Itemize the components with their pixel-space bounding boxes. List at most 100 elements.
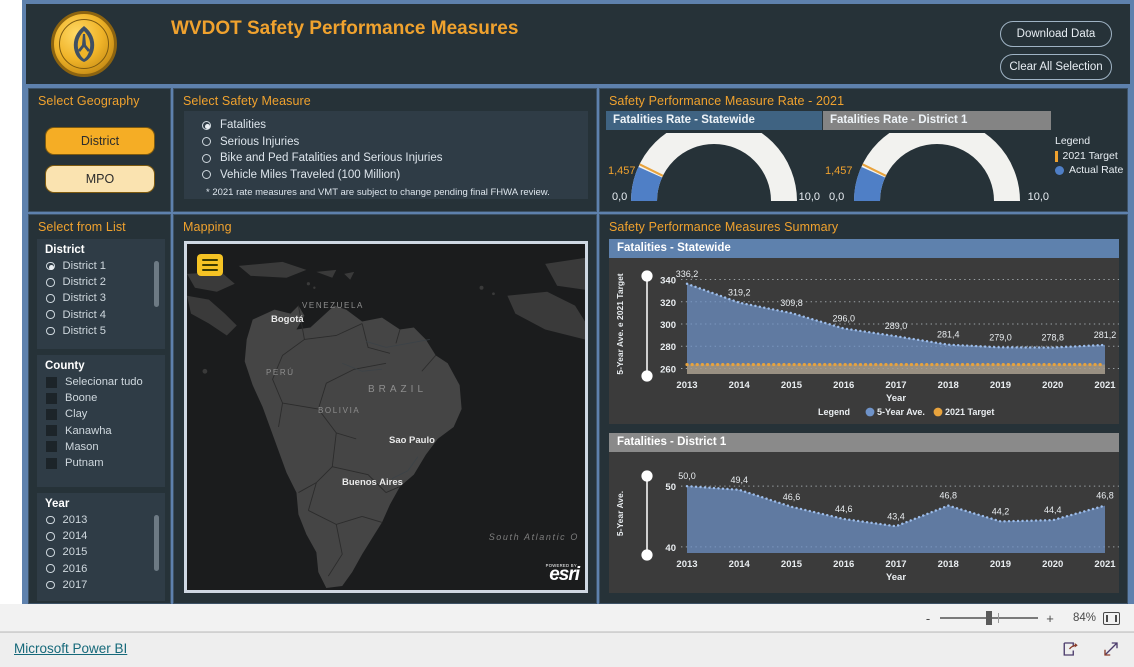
list-item-2015[interactable]: 2015 <box>37 544 165 560</box>
list-item-label: 2015 <box>62 546 88 559</box>
microsoft-power-bi-link[interactable]: Microsoft Power BI <box>14 641 127 656</box>
list-item-putnam[interactable]: Putnam <box>37 455 165 471</box>
geography-district-button[interactable]: District <box>45 127 155 155</box>
chart1-plot: 260 280 300 320 340336,2 319,2 309,8 296,0 289,0… <box>615 269 1119 417</box>
footer-bar: Microsoft Power BI <box>0 632 1134 667</box>
svg-text:278,8: 278,8 <box>1041 333 1064 343</box>
footer-icon-group <box>1062 640 1120 658</box>
map-label-venezuela: VENEZUELA <box>302 301 364 310</box>
list-item-clay[interactable]: Clay <box>37 406 165 422</box>
fit-to-page-icon[interactable] <box>1103 611 1120 625</box>
list-item-district-5[interactable]: District 5 <box>37 323 165 339</box>
option-label: Vehicle Miles Traveled (100 Million) <box>220 168 401 181</box>
year-list: Year 2013 2014 2015 2016 2017 <box>37 493 165 601</box>
fullscreen-icon[interactable] <box>1102 640 1120 658</box>
radio-icon <box>46 310 55 319</box>
zoom-out-button[interactable]: - <box>923 611 933 626</box>
safety-measure-option-serious-injuries[interactable]: Serious Injuries <box>184 134 588 151</box>
radio-icon <box>202 170 211 180</box>
gauge-legend: Legend 2021 Target Actual Rate <box>1055 135 1127 176</box>
list-item-district-2[interactable]: District 2 <box>37 274 165 290</box>
summary-panel: Safety Performance Measures Summary Fata… <box>599 214 1128 604</box>
map-view[interactable]: VENEZUELA Bogotá PERÚ BRAZIL BOLIVIA Sao… <box>184 241 588 593</box>
gauge-max-label: 10,0 <box>1027 191 1049 203</box>
svg-text:46,8: 46,8 <box>939 491 957 501</box>
map-menu-button[interactable] <box>197 254 223 276</box>
svg-text:40: 40 <box>665 543 676 554</box>
svg-text:2016: 2016 <box>833 380 854 391</box>
zoom-level-label: 84% <box>1072 612 1096 624</box>
list-item-2017[interactable]: 2017 <box>37 577 165 593</box>
list-item-district-3[interactable]: District 3 <box>37 290 165 306</box>
svg-text:2021: 2021 <box>1094 380 1116 391</box>
county-list-header: County <box>45 360 85 372</box>
clear-all-selection-button[interactable]: Clear All Selection <box>1000 54 1112 80</box>
list-item-mason[interactable]: Mason <box>37 439 165 455</box>
year-list-header: Year <box>45 498 70 510</box>
mapping-panel: Mapping VENEZUELA Bogotá PERÚ BRAZIL BOL… <box>173 214 597 604</box>
esri-attribution-logo[interactable]: esri <box>549 564 580 586</box>
map-label-buenos-aires: Buenos Aires <box>342 477 403 488</box>
radio-icon <box>202 120 211 130</box>
list-item-kanawha[interactable]: Kanawha <box>37 423 165 439</box>
list-item-select-all[interactable]: Selecionar tudo <box>37 374 165 390</box>
gauge-min-label: 0,0 <box>612 191 628 203</box>
wv-dot-seal-logo <box>51 11 117 77</box>
map-label-bogota: Bogotá <box>271 314 304 325</box>
zoom-in-button[interactable]: + <box>1045 611 1055 626</box>
svg-text:2021 Target: 2021 Target <box>945 407 994 417</box>
geography-mpo-button[interactable]: MPO <box>45 165 155 193</box>
select-from-list-panel: Select from List District District 1 Dis… <box>28 214 171 604</box>
mapping-title: Mapping <box>183 220 232 234</box>
select-safety-measure-title: Select Safety Measure <box>183 94 311 108</box>
checkbox-icon <box>46 408 57 420</box>
safety-measure-option-vmt[interactable]: Vehicle Miles Traveled (100 Million) <box>184 167 588 184</box>
list-item-label: Clay <box>65 408 88 421</box>
list-item-label: 2014 <box>62 530 88 543</box>
gauge-district-1-svg <box>854 118 1020 202</box>
svg-text:309,8: 309,8 <box>780 298 803 308</box>
chart-fatalities-statewide: Fatalities - Statewide 260 280 300 320 340 33… <box>609 239 1119 424</box>
zoom-controls: - + 84% <box>923 604 1120 632</box>
list-item-label: District 4 <box>62 308 107 321</box>
radio-icon <box>202 153 211 163</box>
zoom-slider-thumb[interactable] <box>986 611 992 625</box>
select-safety-measure-panel: Select Safety Measure Fatalities Serious… <box>173 88 597 212</box>
safety-measure-options: Fatalities Serious Injuries Bike and Ped… <box>184 111 588 199</box>
svg-text:44,4: 44,4 <box>1044 505 1062 515</box>
zoom-slider-track[interactable] <box>940 611 1038 625</box>
gauge-legend-actual-label: Actual Rate <box>1069 164 1124 176</box>
svg-text:2016: 2016 <box>833 559 854 570</box>
list-item-boone[interactable]: Boone <box>37 390 165 406</box>
svg-text:5-Year Ave. e 2021 Target: 5-Year Ave. e 2021 Target <box>615 273 625 374</box>
safety-measure-option-bike-ped[interactable]: Bike and Ped Fatalities and Serious Inju… <box>184 150 588 167</box>
svg-text:Year: Year <box>886 572 906 583</box>
gauge-tab-district-1[interactable]: Fatalities Rate - District 1 <box>823 111 1051 130</box>
year-list-scrollbar[interactable] <box>154 515 159 571</box>
list-item-2013[interactable]: 2013 <box>37 512 165 528</box>
map-label-peru: PERÚ <box>266 368 295 377</box>
svg-text:Year: Year <box>886 393 906 404</box>
list-item-2016[interactable]: 2016 <box>37 561 165 577</box>
share-icon[interactable] <box>1062 640 1080 658</box>
radio-icon <box>46 326 55 336</box>
radio-icon <box>46 532 55 541</box>
district-list-header: District <box>45 244 85 256</box>
chart-fatalities-district-1: Fatalities - District 1 40 50 50,0 49,4 46,6… <box>609 433 1119 593</box>
safety-measure-option-fatalities[interactable]: Fatalities <box>184 117 588 134</box>
download-data-button[interactable]: Download Data <box>1000 21 1112 47</box>
svg-text:5-Year Ave.: 5-Year Ave. <box>877 407 925 417</box>
zoom-slider-tick <box>998 613 999 623</box>
gauge-tab-statewide[interactable]: Fatalities Rate - Statewide <box>606 111 822 130</box>
list-item-2014[interactable]: 2014 <box>37 528 165 544</box>
report-header: WVDOT Safety Performance Measures Downlo… <box>26 4 1130 84</box>
list-item-district-4[interactable]: District 4 <box>37 307 165 323</box>
list-item-district-1[interactable]: District 1 <box>37 258 165 274</box>
svg-text:289,0: 289,0 <box>885 321 908 331</box>
radio-icon <box>46 548 55 557</box>
county-list: County Selecionar tudo Boone Clay Kanawh… <box>37 355 165 487</box>
svg-text:2018: 2018 <box>938 559 959 570</box>
svg-text:319,2: 319,2 <box>728 288 751 298</box>
svg-text:300: 300 <box>660 320 676 331</box>
district-list-scrollbar[interactable] <box>154 261 159 307</box>
